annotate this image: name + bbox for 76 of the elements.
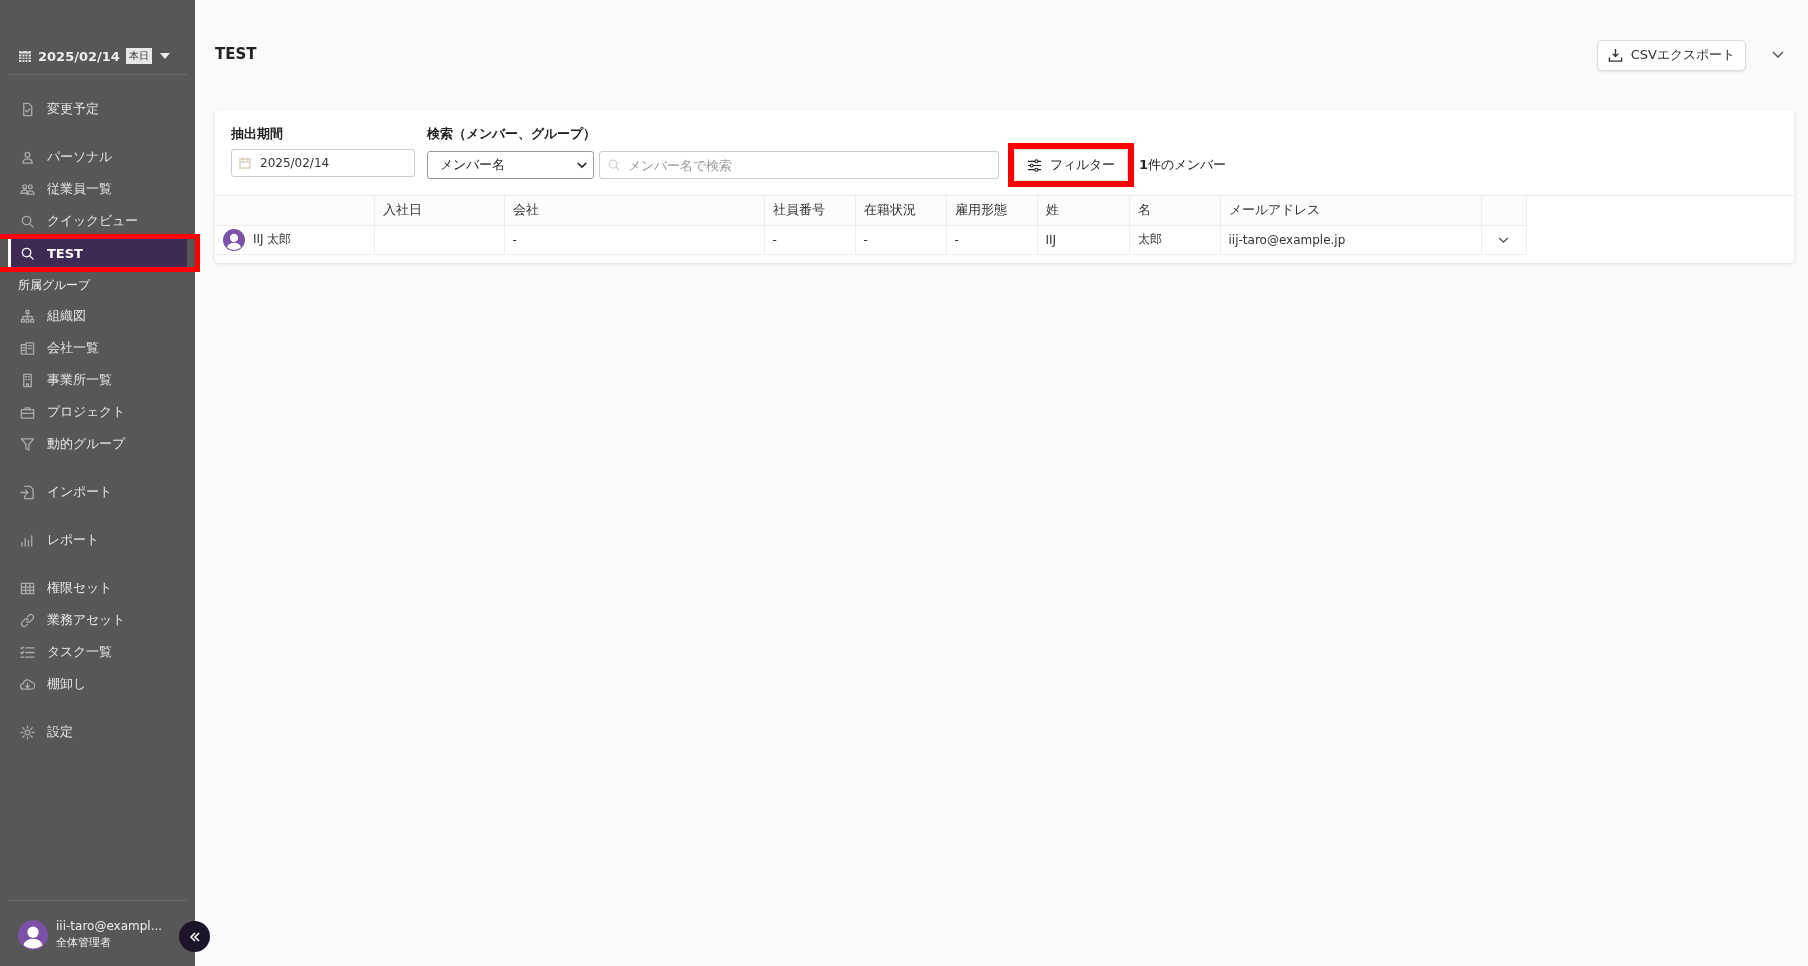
building-icon xyxy=(20,372,35,388)
sliders-icon xyxy=(1027,157,1042,173)
nav-item[interactable]: 業務アセット xyxy=(8,604,135,636)
export-button[interactable]: CSVエクスポート xyxy=(1596,39,1746,71)
search-icon xyxy=(20,245,35,261)
nav-item[interactable]: パーソナル xyxy=(8,141,122,173)
column-header: 在籍状況 xyxy=(855,196,946,225)
nav-item[interactable]: 設定 xyxy=(8,716,83,748)
column-header: 名 xyxy=(1129,196,1220,225)
people-icon xyxy=(20,181,35,197)
nav-item[interactable]: タスク一覧 xyxy=(8,636,122,668)
user-role: 全体管理者 xyxy=(56,935,112,950)
nav-item[interactable]: 変更予定 xyxy=(8,93,109,125)
page-title: TEST xyxy=(215,44,258,63)
table-cell: - xyxy=(946,225,1037,254)
caret-icon[interactable] xyxy=(159,53,170,59)
link-icon xyxy=(20,612,35,628)
today-badge: 本日 xyxy=(125,48,152,64)
nav-item[interactable]: 権限セット xyxy=(8,572,122,604)
chevron-down-icon xyxy=(577,161,587,169)
search-icon xyxy=(20,213,35,229)
nav-item[interactable]: クイックビュー xyxy=(8,205,148,237)
table-cell: 太郎 xyxy=(1129,225,1220,254)
download-icon xyxy=(1607,47,1623,63)
column-header: 入社日 xyxy=(374,196,504,225)
table-cell: IIJ xyxy=(1037,225,1129,254)
nav-item[interactable]: 組織図 xyxy=(8,300,96,332)
checklist-icon xyxy=(20,644,35,660)
table-cell: - xyxy=(855,225,946,254)
date-field[interactable]: 2025/02/14 xyxy=(231,149,415,177)
nav-item[interactable]: 従業員一覧 xyxy=(8,173,122,205)
nav-item[interactable]: プロジェクト xyxy=(8,396,135,428)
search-type-select[interactable]: メンバー名 xyxy=(427,151,594,179)
document-icon xyxy=(20,101,35,117)
funnel-icon xyxy=(20,436,35,452)
briefcase-icon xyxy=(20,404,35,420)
import-icon xyxy=(20,484,35,500)
user-email: iii-taro@exampl... xyxy=(56,919,163,933)
column-header: 姓 xyxy=(1037,196,1129,225)
nav-item[interactable]: レポート xyxy=(8,524,109,556)
column-header: 社員番号 xyxy=(764,196,855,225)
column-header: 会社 xyxy=(504,196,764,225)
person-icon xyxy=(20,149,35,165)
filter-button[interactable]: フィルター xyxy=(1014,149,1128,181)
member-name[interactable]: IIJ 太郎 xyxy=(253,231,292,248)
buildings-icon xyxy=(20,340,35,356)
collapse-button[interactable] xyxy=(179,921,210,952)
cloud-download-icon xyxy=(20,676,35,692)
search-label: 検索（メンバー、グループ） xyxy=(427,126,597,143)
search-icon xyxy=(607,158,621,172)
org-chart-icon xyxy=(20,308,35,324)
period-label: 抽出期間 xyxy=(231,126,284,143)
nav-section-label: 所属グループ xyxy=(17,277,92,294)
table-cell: - xyxy=(504,225,764,254)
table-cell: - xyxy=(764,225,855,254)
search-field[interactable]: メンバー名で検索 xyxy=(599,151,999,179)
nav-item[interactable]: 事業所一覧 xyxy=(8,364,122,396)
member-count: 1件のメンバー xyxy=(1139,156,1227,174)
nav-item[interactable]: インポート xyxy=(8,476,122,508)
double-chevron-left-icon xyxy=(188,930,201,943)
nav-item[interactable]: 動的グループ xyxy=(8,428,135,460)
nav-item[interactable]: 会社一覧 xyxy=(8,332,109,364)
column-header: 雇用形態 xyxy=(946,196,1037,225)
column-header: メールアドレス xyxy=(1220,196,1481,225)
table-cell: iij-taro@example.jp xyxy=(1220,225,1481,254)
chevron-down-icon[interactable] xyxy=(1772,51,1784,59)
avatar-icon xyxy=(18,919,48,950)
nav-item[interactable]: TEST xyxy=(8,239,187,267)
calendar-icon xyxy=(238,156,252,170)
bar-chart-icon xyxy=(20,532,35,548)
avatar-icon xyxy=(223,228,245,251)
date-selector[interactable]: 2025/02/14 xyxy=(38,48,120,64)
grid-icon xyxy=(20,580,35,596)
calendar-icon xyxy=(18,49,32,63)
chevron-down-icon[interactable] xyxy=(1498,236,1509,244)
nav-item[interactable]: 棚卸し xyxy=(8,668,96,700)
